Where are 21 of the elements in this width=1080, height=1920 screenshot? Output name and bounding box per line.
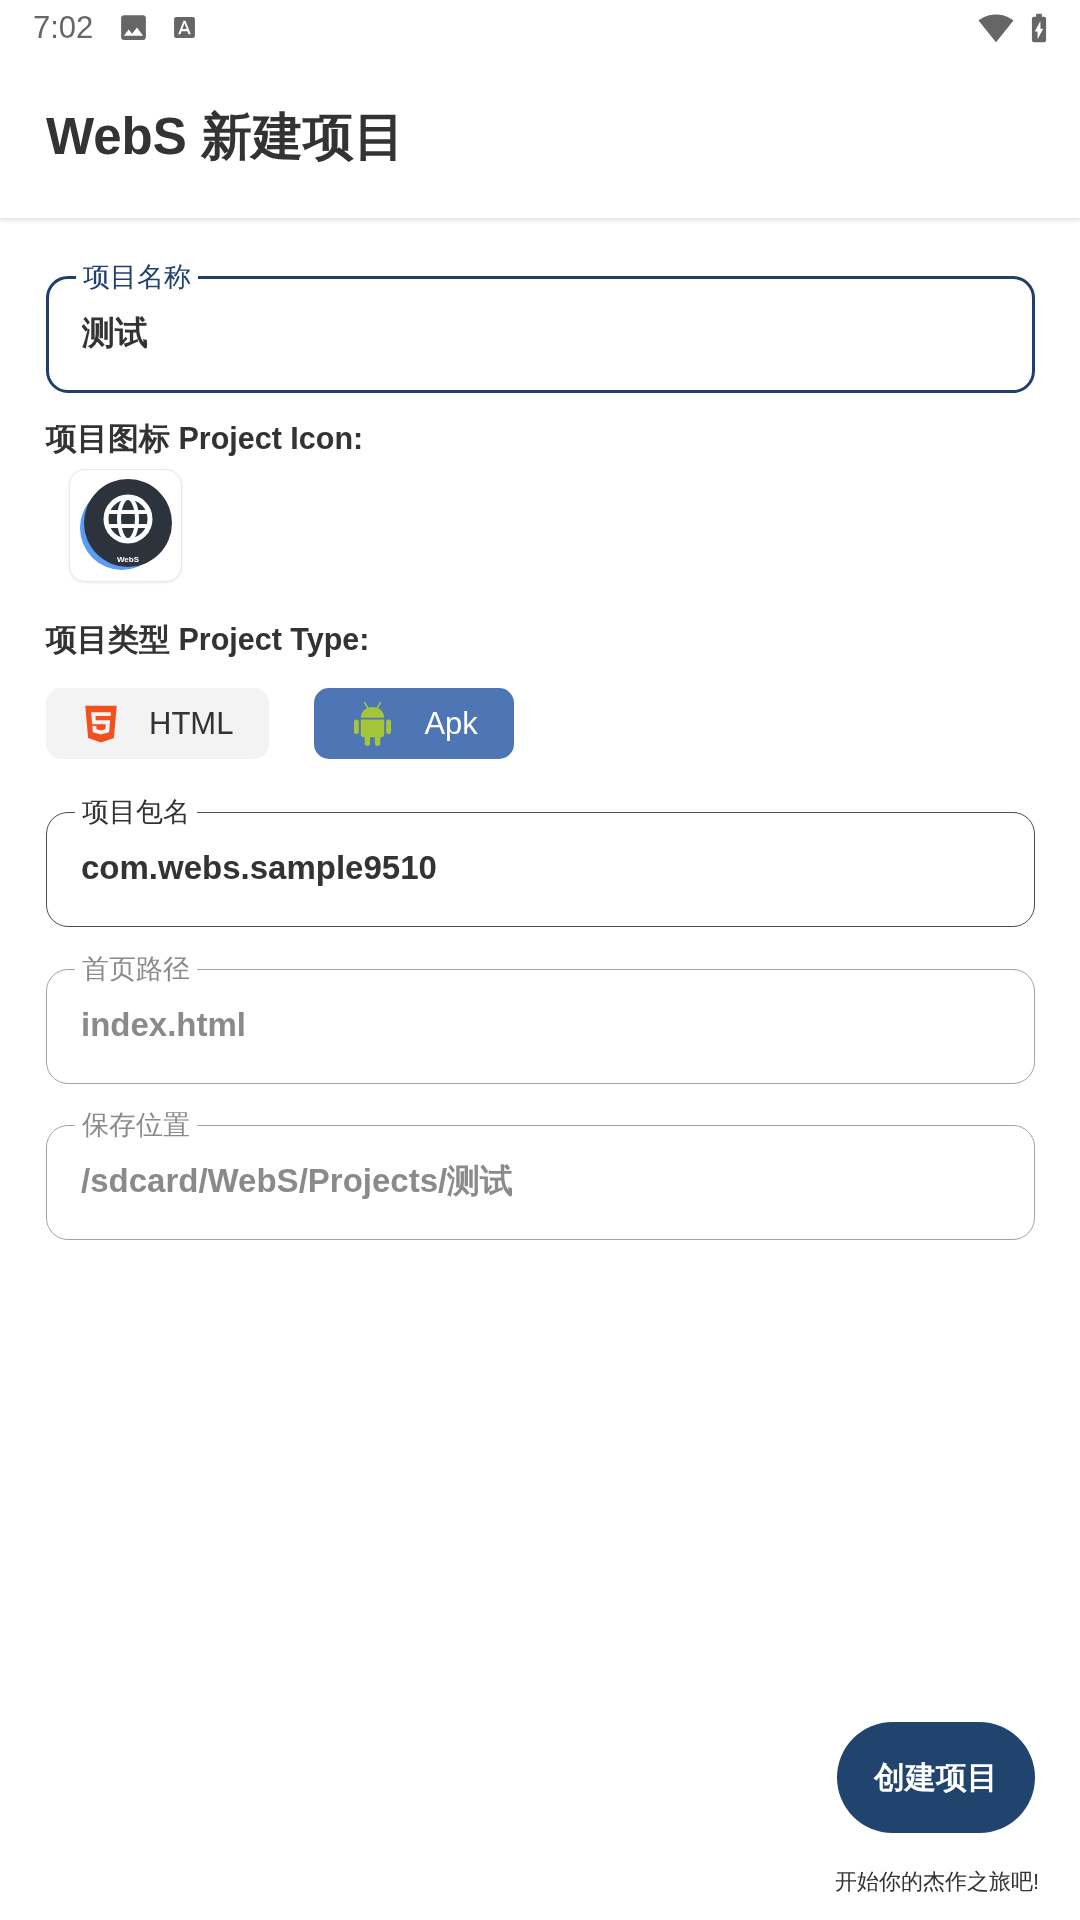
font-icon [172, 15, 198, 40]
text-field: 首页路径 index.html [46, 954, 1035, 1084]
text-field: 保存位置 /sdcard/WebS/Projects/测试 [46, 1110, 1035, 1240]
create-project-button[interactable]: 创建项目 [837, 1722, 1035, 1833]
field-label: 保存位置 [81, 1110, 191, 1140]
field-label: 首页路径 [81, 954, 191, 984]
app-icon-tile[interactable]: WebS [69, 469, 182, 582]
project-type-button[interactable]: Apk [314, 688, 514, 759]
section-label: 项目图标 Project Icon: [46, 420, 365, 456]
footer-text: 开始你的杰作之旅吧! [834, 1868, 1039, 1896]
logo-caption: WebS [116, 554, 140, 564]
app-title: WebS 新建项目 [46, 106, 405, 167]
field-label: 项目名称 [82, 262, 192, 292]
section-label: 项目类型 Project Type: [46, 621, 371, 657]
status-time: 7:02 [33, 9, 94, 46]
field-label: 项目包名 [81, 797, 191, 827]
text-field[interactable]: 项目名称 测试 [46, 262, 1035, 393]
text-field[interactable]: 项目包名 com.webs.sample9510 [46, 797, 1035, 927]
project-type-button[interactable]: HTML [46, 688, 270, 759]
android-robot-icon [353, 701, 393, 746]
globe-logo-icon [80, 479, 172, 571]
